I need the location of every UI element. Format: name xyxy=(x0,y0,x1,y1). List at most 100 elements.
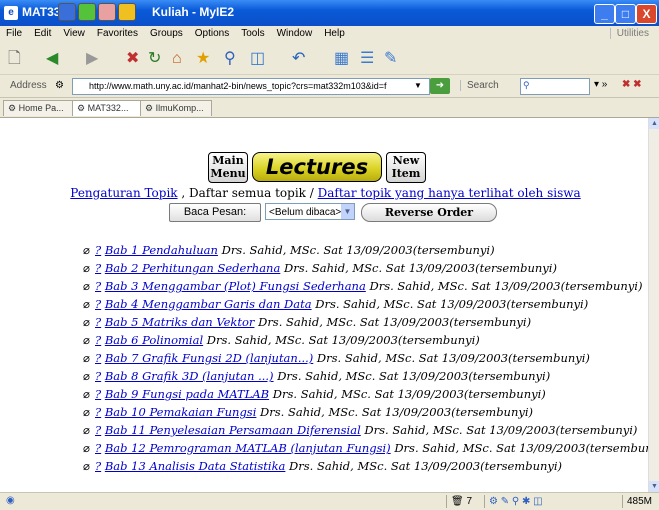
window-tool-icon[interactable]: ◫ xyxy=(250,49,265,69)
topic-marker[interactable]: ? xyxy=(95,369,101,383)
tab-label: Home Pa... xyxy=(18,103,64,113)
refresh-icon[interactable]: ↻ xyxy=(148,49,161,69)
reverse-order-button[interactable]: Reverse Order xyxy=(361,203,497,222)
window-title: Kuliah - MyIE2 xyxy=(152,5,235,19)
topic-meta: Drs. Sahid, MSc. Sat 13/09/2003(tersembu… xyxy=(365,279,643,293)
topic-marker[interactable]: ? xyxy=(95,315,101,329)
topic-link[interactable]: Bab 6 Polinomial xyxy=(105,333,203,347)
home-icon[interactable]: ⌂ xyxy=(172,49,182,69)
topic-marker[interactable]: ? xyxy=(95,279,101,293)
topic-link[interactable]: Bab 1 Pendahuluan xyxy=(105,243,218,257)
topic-marker[interactable]: ? xyxy=(95,423,101,437)
topic-link[interactable]: Bab 7 Grafik Fungsi 2D (lanjutan...) xyxy=(105,351,313,365)
topic-link[interactable]: Bab 4 Menggambar Garis dan Data xyxy=(105,297,312,311)
tab-mat332[interactable]: ⚙ MAT332... xyxy=(72,100,144,116)
new-page-icon[interactable]: 🗋 xyxy=(8,49,21,69)
scroll-down-icon[interactable]: ▼ xyxy=(649,481,659,492)
trash-counter[interactable]: 🗑 7 xyxy=(446,495,481,508)
topic-link[interactable]: Bab 2 Perhitungan Sederhana xyxy=(105,261,281,275)
block-popup-icon[interactable]: ✖ ✖ xyxy=(622,79,642,90)
site-favicon-icon: ⚙ xyxy=(55,80,64,91)
paperclip-icon: ⌀ xyxy=(83,315,90,329)
topic-marker[interactable]: ? xyxy=(95,261,101,275)
menu-edit[interactable]: Edit xyxy=(28,26,57,41)
search-tool-icon[interactable]: ⚲ xyxy=(224,49,236,69)
topic-link[interactable]: Bab 9 Fungsi pada MATLAB xyxy=(105,387,269,401)
topic-marker[interactable]: ? xyxy=(95,387,101,401)
addr-more-icon[interactable]: ▾ » xyxy=(594,79,607,90)
list-item: ⌀? Bab 3 Menggambar (Plot) Fungsi Sederh… xyxy=(83,277,642,295)
favorites-star-icon[interactable]: ★ xyxy=(196,49,210,69)
baca-pesan-button[interactable]: Baca Pesan: xyxy=(169,203,261,222)
topic-marker[interactable]: ? xyxy=(95,333,101,347)
new-item-line2: Item xyxy=(391,167,421,180)
search-input[interactable]: ⚲ xyxy=(520,78,590,95)
maximize-button[interactable]: □ xyxy=(615,4,636,24)
address-input[interactable]: http://www.math.uny.ac.id/manhat2-bin/ne… xyxy=(72,78,430,95)
read-status-select[interactable]: <Belum dibaca> ▼ xyxy=(265,203,355,220)
topic-marker[interactable]: ? xyxy=(95,297,101,311)
topic-link[interactable]: Bab 10 Pemakaian Fungsi xyxy=(105,405,257,419)
tab-bar: ⚙ Home Pa... ⚙ MAT332... ⚙ IlmuKomp... xyxy=(0,98,659,118)
status-tool-icons[interactable]: ⚙ ✎ ⚲ ✱ ◫ xyxy=(484,495,579,508)
search-icon: ⚲ xyxy=(523,80,530,90)
topic-links-row: Pengaturan Topik , Daftar semua topik / … xyxy=(3,186,648,200)
address-dropdown-icon[interactable]: ▼ xyxy=(414,79,426,93)
menu-options[interactable]: Options xyxy=(189,26,235,41)
menu-tools[interactable]: Tools xyxy=(235,26,270,41)
grid-tool-icon[interactable]: ▦ xyxy=(334,49,349,69)
topic-link[interactable]: Bab 13 Analisis Data Statistika xyxy=(105,459,286,473)
menu-view[interactable]: View xyxy=(57,26,91,41)
undo-close-icon[interactable]: ↶ xyxy=(292,49,305,69)
list-item: ⌀? Bab 7 Grafik Fungsi 2D (lanjutan...) … xyxy=(83,349,590,367)
menu-file[interactable]: File xyxy=(0,26,28,41)
read-status-value: <Belum dibaca> xyxy=(269,207,342,218)
topic-meta: Drs. Sahid, MSc. Sat 13/09/2003(tersembu… xyxy=(269,387,546,401)
tab-home[interactable]: ⚙ Home Pa... xyxy=(3,100,75,116)
main-menu-button[interactable]: Main Menu xyxy=(208,152,248,183)
topic-link[interactable]: Bab 12 Pemrograman MATLAB (lanjutan Fung… xyxy=(105,441,391,455)
daftar-topik-siswa-link[interactable]: Daftar topik yang hanya terlihat oleh si… xyxy=(318,186,581,200)
status-bar: ◉ 🗑 7 ⚙ ✎ ⚲ ✱ ◫ 485M xyxy=(0,492,659,510)
list-item: ⌀? Bab 2 Perhitungan Sederhana Drs. Sahi… xyxy=(83,259,557,277)
topic-marker[interactable]: ? xyxy=(95,243,101,257)
topic-meta: Drs. Sahid, MSc. Sat 13/09/2003(tersembu… xyxy=(203,333,480,347)
tab-ilmukomp[interactable]: ⚙ IlmuKomp... xyxy=(140,100,212,116)
paperclip-icon: ⌀ xyxy=(83,405,90,419)
minimize-button[interactable]: _ xyxy=(594,4,615,24)
chevron-down-icon[interactable]: ▼ xyxy=(341,204,354,219)
paperclip-icon: ⌀ xyxy=(83,369,90,383)
topic-link[interactable]: Bab 3 Menggambar (Plot) Fungsi Sederhana xyxy=(105,279,366,293)
back-icon[interactable]: ◀ xyxy=(46,49,58,69)
topic-link[interactable]: Bab 8 Grafik 3D (lanjutan ...) xyxy=(105,369,274,383)
topic-meta: Drs. Sahid, MSc. Sat 13/09/2003(tersembu… xyxy=(256,405,534,419)
topic-marker[interactable]: ? xyxy=(95,405,101,419)
new-item-button[interactable]: New Item xyxy=(386,152,426,183)
menu-favorites[interactable]: Favorites xyxy=(91,26,144,41)
address-bar: Address ⚙ http://www.math.uny.ac.id/manh… xyxy=(0,75,659,98)
go-button-icon[interactable]: ➜ xyxy=(430,78,450,94)
menu-groups[interactable]: Groups xyxy=(144,26,189,41)
edit-tool-icon[interactable]: ✎ xyxy=(384,49,397,69)
trash-icon: 🗑 xyxy=(451,496,464,507)
paperclip-icon: ⌀ xyxy=(83,261,90,275)
topic-marker[interactable]: ? xyxy=(95,441,101,455)
list-item: ⌀? Bab 8 Grafik 3D (lanjutan ...) Drs. S… xyxy=(83,367,550,385)
page-status-icon: ◉ xyxy=(6,495,15,506)
topic-meta: Drs. Sahid, MSc. Sat 13/09/2003(tersembu… xyxy=(254,315,532,329)
forward-icon[interactable]: ▶ xyxy=(86,49,98,69)
topic-marker[interactable]: ? xyxy=(95,459,101,473)
topic-marker[interactable]: ? xyxy=(95,351,101,365)
topic-link[interactable]: Bab 5 Matriks dan Vektor xyxy=(105,315,255,329)
vertical-scrollbar[interactable]: ▲ ▼ xyxy=(648,118,659,492)
close-button[interactable]: X xyxy=(636,4,657,24)
menu-utilities[interactable]: Utilities xyxy=(609,28,649,39)
menu-window[interactable]: Window xyxy=(271,26,319,41)
topic-link[interactable]: Bab 11 Penyelesaian Persamaan Diferensia… xyxy=(105,423,361,437)
list-tool-icon[interactable]: ☰ xyxy=(360,49,374,69)
pengaturan-topik-link[interactable]: Pengaturan Topik xyxy=(70,186,177,200)
menu-help[interactable]: Help xyxy=(318,26,351,41)
stop-icon[interactable]: ✖ xyxy=(126,49,139,69)
scroll-up-icon[interactable]: ▲ xyxy=(649,118,659,129)
lectures-button[interactable]: Lectures xyxy=(252,152,382,182)
